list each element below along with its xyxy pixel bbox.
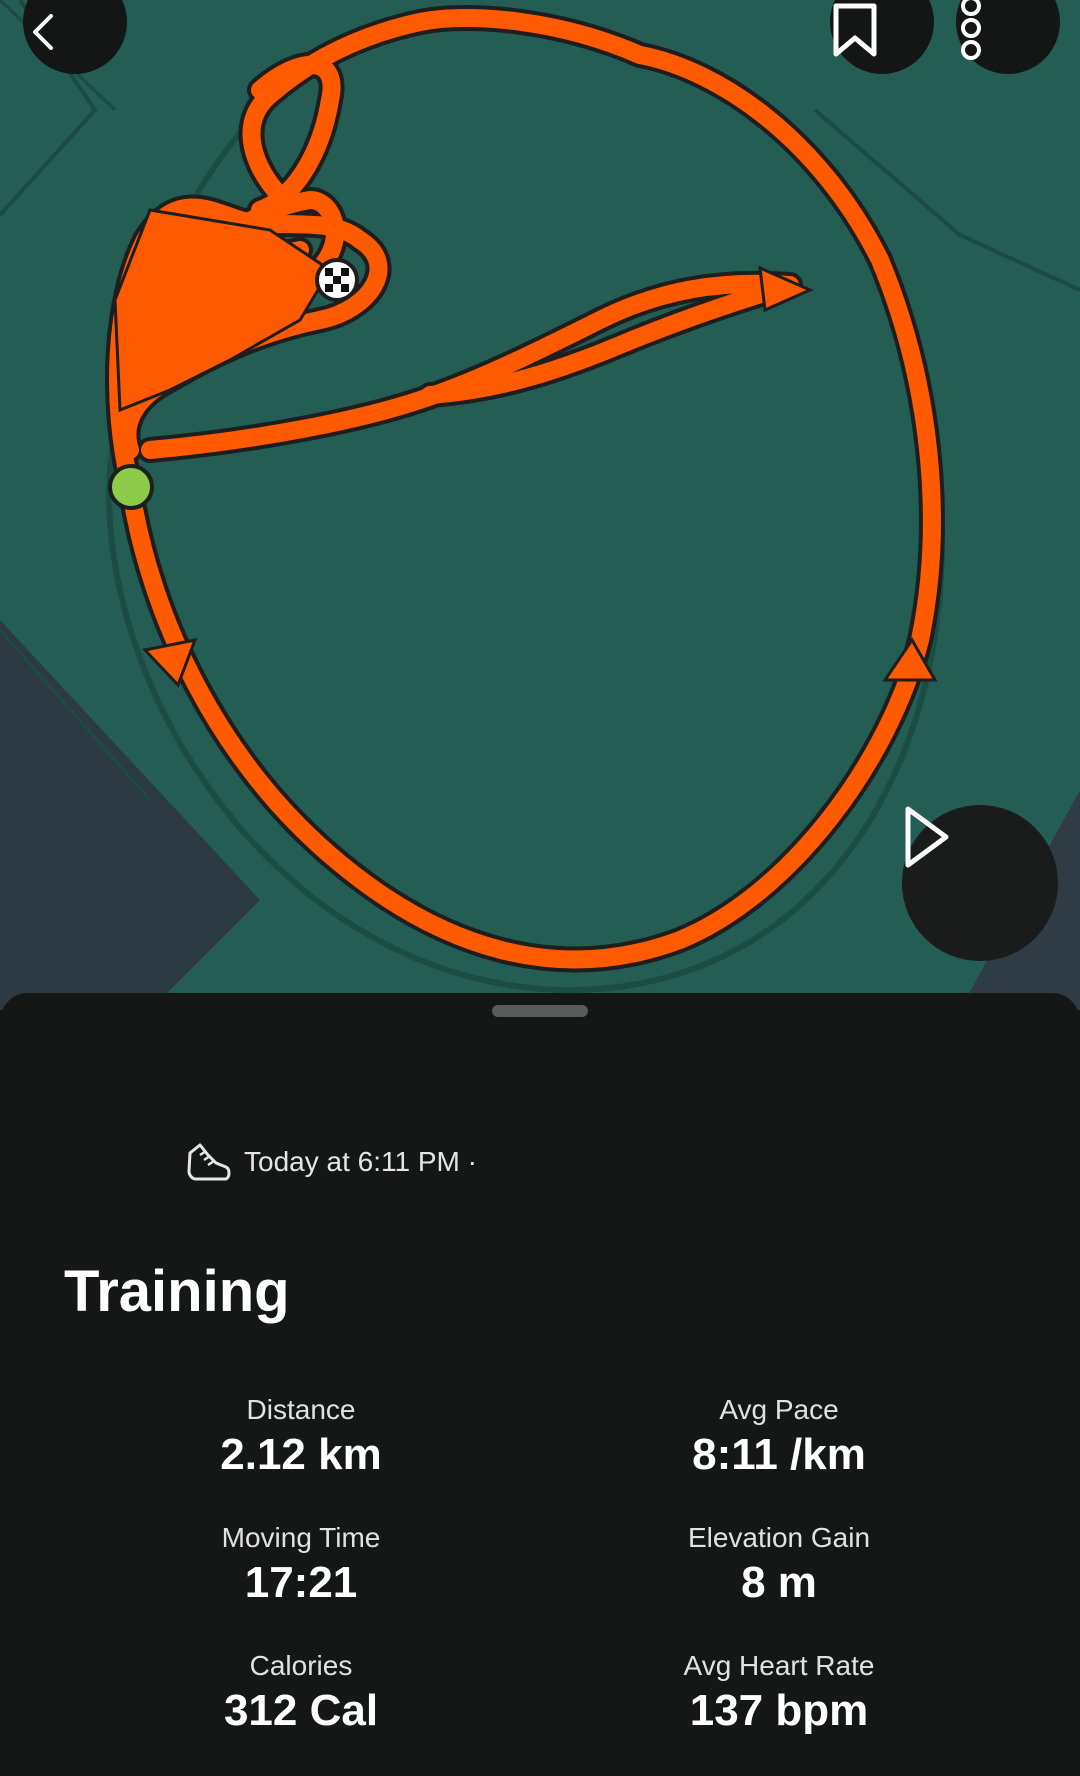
activity-timestamp: Today at 6:11 PM · [244,1146,477,1177]
play-icon [905,806,949,868]
stat-value: 312 Cal [223,1686,379,1735]
stat-value: 8:11 /km [692,1430,866,1479]
stat-value: 17:21 [244,1558,358,1607]
stat-distance: Distance 2.12 km [91,1393,511,1481]
stat-elevation-gain: Elevation Gain 8 m [569,1521,989,1609]
activity-screen: Today at 6:11 PM · Training Distance 2.1… [0,0,1080,1776]
stat-label: Distance [246,1394,356,1425]
stat-label: Avg Pace [719,1394,839,1425]
stat-moving-time: Moving Time 17:21 [91,1521,511,1609]
stat-avg-pace: Avg Pace 8:11 /km [569,1393,989,1481]
stat-label: Elevation Gain [687,1522,871,1553]
play-flyover-button[interactable] [902,805,1058,961]
more-vertical-icon [961,0,981,60]
bookmark-icon [833,3,877,57]
drag-handle[interactable] [492,1005,588,1017]
stat-avg-heart-rate: Avg Heart Rate 137 bpm [569,1649,989,1737]
route-path [109,9,941,969]
stat-calories: Calories 312 Cal [91,1649,511,1737]
finish-marker [315,258,359,302]
stat-label: Avg Heart Rate [683,1650,875,1681]
activity-details-sheet[interactable]: Today at 6:11 PM · Training Distance 2.1… [0,993,1080,1776]
stat-value: 8 m [741,1558,817,1607]
stat-value: 2.12 km [220,1430,382,1479]
running-shoe-icon [187,1143,231,1181]
stat-label: Calories [249,1650,353,1681]
stat-value: 137 bpm [689,1686,869,1735]
chevron-left-icon [33,14,53,50]
activity-meta: Today at 6:11 PM · [186,1140,477,1184]
map-area-dark [0,620,260,1010]
start-marker [108,464,154,510]
stat-label: Moving Time [221,1522,381,1553]
activity-title: Training [64,1259,290,1324]
route-map[interactable] [0,0,1080,1010]
